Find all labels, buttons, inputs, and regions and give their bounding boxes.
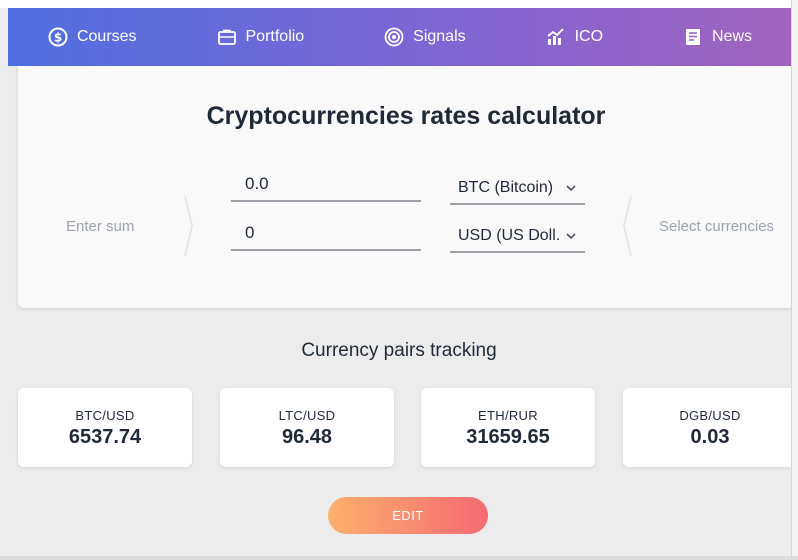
calculator-title: Cryptocurrencies rates calculator xyxy=(206,102,606,130)
briefcase-icon xyxy=(217,27,237,47)
amount-from-input[interactable] xyxy=(231,168,421,200)
nav-portfolio-label: Portfolio xyxy=(245,28,305,45)
pair-card[interactable]: LTC/USD 96.48 xyxy=(220,388,394,467)
target-icon xyxy=(384,27,404,47)
nav-signals[interactable]: Signals xyxy=(384,27,466,47)
nav-portfolio[interactable]: Portfolio xyxy=(217,27,305,47)
pair-name: ETH/RUR xyxy=(478,408,538,423)
pair-rate: 96.48 xyxy=(281,426,333,448)
pair-rate: 0.03 xyxy=(690,426,730,448)
currency-to-select[interactable]: USD (US Doll... xyxy=(450,221,585,253)
chevron-down-icon xyxy=(566,233,576,240)
dollar-circle-icon: $ xyxy=(48,27,68,47)
window-right-edge xyxy=(791,0,798,560)
nav-news[interactable]: News xyxy=(683,27,752,47)
left-bracket-icon xyxy=(184,196,193,256)
nav-courses[interactable]: $ Courses xyxy=(48,27,137,47)
pair-rate: 31659.65 xyxy=(466,426,550,448)
window-bottom-edge xyxy=(0,556,798,560)
amount-from-field[interactable] xyxy=(231,168,421,202)
nav-news-label: News xyxy=(712,28,753,45)
currency-from-value: BTC (Bitcoin) xyxy=(458,179,554,196)
select-currencies-label: Select currencies xyxy=(659,218,775,235)
amount-to-input[interactable] xyxy=(231,217,421,249)
browser-top-strip xyxy=(0,0,798,8)
pair-rate: 6537.74 xyxy=(68,426,142,448)
right-bracket-icon xyxy=(623,196,632,256)
svg-text:$: $ xyxy=(54,31,62,45)
nav-ico-label: ICO xyxy=(574,28,604,45)
pair-name: BTC/USD xyxy=(75,408,135,423)
chevron-down-icon xyxy=(566,185,576,192)
pair-card[interactable]: ETH/RUR 31659.65 xyxy=(421,388,595,467)
nav-courses-label: Courses xyxy=(76,28,137,45)
pair-name: LTC/USD xyxy=(278,408,336,423)
edit-button[interactable]: EDIT xyxy=(328,497,488,534)
nav-ico[interactable]: ICO xyxy=(546,27,603,47)
pair-name: DGB/USD xyxy=(679,408,741,423)
nav-signals-label: Signals xyxy=(413,28,466,45)
currency-to-value: USD (US Doll... xyxy=(458,227,559,244)
pair-card[interactable]: DGB/USD 0.03 xyxy=(623,388,797,467)
chart-icon xyxy=(546,27,566,47)
calculator-card: Cryptocurrencies rates calculator Enter … xyxy=(18,66,794,308)
tracking-title: Currency pairs tracking xyxy=(301,340,497,361)
newspaper-icon xyxy=(683,27,703,47)
amount-to-field[interactable] xyxy=(231,217,421,251)
currency-from-select[interactable]: BTC (Bitcoin) xyxy=(450,173,585,205)
pair-card[interactable]: BTC/USD 6537.74 xyxy=(18,388,192,467)
main-nav: $ Courses Portfolio Signals ICO News xyxy=(8,8,792,66)
enter-sum-label: Enter sum xyxy=(66,218,135,235)
